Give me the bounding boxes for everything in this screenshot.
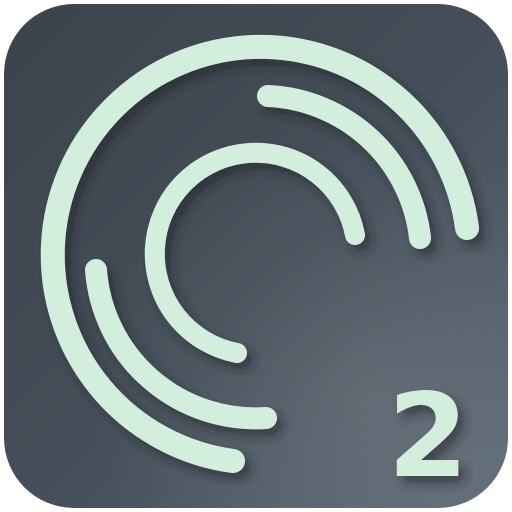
- app-icon-graphic: 2: [4, 4, 508, 508]
- app-icon[interactable]: 2: [0, 0, 512, 512]
- badge-number: 2: [388, 369, 469, 504]
